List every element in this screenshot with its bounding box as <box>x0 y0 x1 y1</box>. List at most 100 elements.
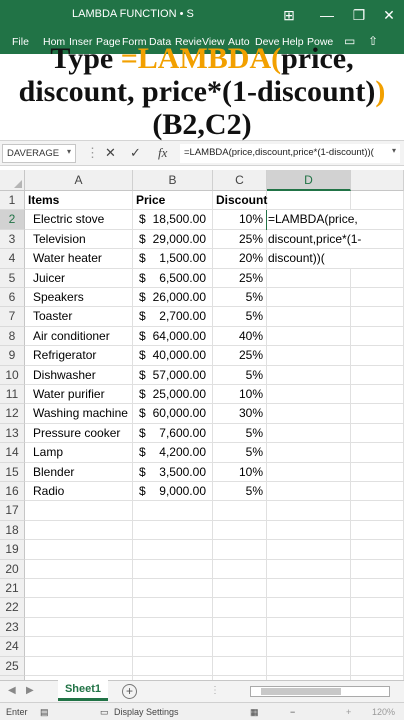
item-name[interactable]: Water purifier <box>25 385 133 405</box>
cell[interactable] <box>351 617 404 638</box>
cell[interactable] <box>267 288 351 308</box>
discount-value[interactable]: 25% <box>213 229 267 250</box>
cell[interactable] <box>267 385 351 405</box>
discount-value[interactable]: 30% <box>213 404 267 424</box>
item-name[interactable]: Toaster <box>25 307 133 327</box>
item-name[interactable]: Refrigerator <box>25 346 133 366</box>
item-name[interactable]: Electric stove <box>25 210 133 230</box>
cell[interactable] <box>267 346 351 366</box>
cell[interactable] <box>351 307 404 327</box>
cell[interactable] <box>133 579 213 599</box>
row-header[interactable]: 19 <box>0 540 25 560</box>
cell[interactable] <box>351 191 404 211</box>
ribbon-display-icon[interactable]: ⊞ <box>276 4 302 26</box>
cell[interactable] <box>351 385 404 405</box>
prev-sheet-icon[interactable]: ◀ <box>8 685 16 696</box>
cell[interactable] <box>267 520 351 541</box>
cell[interactable] <box>213 617 267 638</box>
discount-value[interactable]: 10% <box>213 462 267 482</box>
formula-edit-line[interactable]: =LAMBDA(price, <box>267 210 358 230</box>
minimize-icon[interactable]: — <box>314 4 340 26</box>
cell[interactable] <box>267 540 351 560</box>
cell[interactable] <box>351 462 404 482</box>
cell[interactable] <box>267 656 351 676</box>
row-header[interactable]: 23 <box>0 617 25 638</box>
cell[interactable] <box>213 598 267 618</box>
cell[interactable] <box>351 482 404 502</box>
cell[interactable] <box>133 617 213 638</box>
cell[interactable] <box>213 540 267 560</box>
cell[interactable] <box>213 559 267 579</box>
row-header[interactable]: 7 <box>0 307 25 327</box>
cell[interactable] <box>351 268 404 288</box>
chevron-down-icon[interactable]: ▾ <box>67 147 71 156</box>
cell[interactable] <box>25 637 133 657</box>
item-name[interactable]: Washing machine <box>25 404 133 424</box>
header-discount[interactable]: Discount <box>213 191 267 211</box>
horizontal-scrollbar[interactable] <box>250 686 390 697</box>
name-box[interactable]: DAVERAGE ▾ <box>2 144 76 163</box>
row-header[interactable]: 24 <box>0 637 25 657</box>
discount-value[interactable]: 20% <box>213 249 267 269</box>
cell[interactable] <box>267 617 351 638</box>
insert-function-icon[interactable]: fx <box>158 145 167 161</box>
discount-value[interactable]: 5% <box>213 365 267 385</box>
cell[interactable] <box>351 365 404 385</box>
column-header-b[interactable]: B <box>133 170 213 191</box>
enter-icon[interactable]: ✓ <box>130 145 141 161</box>
sheet-tab-sheet1[interactable]: Sheet1 <box>58 680 108 701</box>
discount-value[interactable]: 40% <box>213 326 267 347</box>
row-header[interactable]: 9 <box>0 346 25 366</box>
discount-value[interactable]: 25% <box>213 268 267 288</box>
cell[interactable] <box>25 559 133 579</box>
header-price[interactable]: Price <box>133 191 213 211</box>
item-name[interactable]: Blender <box>25 462 133 482</box>
cell[interactable] <box>25 598 133 618</box>
row-header[interactable]: 4 <box>0 249 25 269</box>
cell[interactable] <box>133 637 213 657</box>
item-name[interactable]: Air conditioner <box>25 326 133 347</box>
row-header[interactable]: 6 <box>0 288 25 308</box>
item-name[interactable]: Pressure cooker <box>25 423 133 444</box>
cell[interactable] <box>351 501 404 521</box>
cell[interactable] <box>133 501 213 521</box>
row-header[interactable]: 15 <box>0 462 25 482</box>
cell[interactable] <box>351 598 404 618</box>
discount-value[interactable]: 5% <box>213 443 267 463</box>
cell[interactable] <box>267 501 351 521</box>
cell[interactable] <box>351 443 404 463</box>
formula-edit-line[interactable]: discount))( <box>267 249 351 269</box>
cell[interactable] <box>351 520 404 541</box>
accessibility-icon[interactable]: ▤ <box>40 707 49 718</box>
header-items[interactable]: Items <box>25 191 133 211</box>
row-header[interactable]: 2 <box>0 210 25 230</box>
cell[interactable] <box>213 579 267 599</box>
cell[interactable] <box>267 579 351 599</box>
cell[interactable] <box>267 598 351 618</box>
cell[interactable] <box>351 249 404 269</box>
cell[interactable] <box>133 520 213 541</box>
close-icon[interactable]: ✕ <box>376 4 402 26</box>
cell[interactable] <box>25 520 133 541</box>
cell[interactable] <box>351 637 404 657</box>
normal-view-icon[interactable]: ▦ <box>250 707 259 718</box>
formula-input[interactable]: =LAMBDA(price,discount,price*(1-discount… <box>180 144 400 163</box>
column-header-c[interactable]: C <box>213 170 267 191</box>
cell[interactable] <box>133 540 213 560</box>
row-header[interactable]: 1 <box>0 191 25 211</box>
cell[interactable] <box>351 656 404 676</box>
row-header[interactable]: 17 <box>0 501 25 521</box>
add-sheet-button[interactable]: + <box>122 684 137 699</box>
row-header[interactable]: 18 <box>0 520 25 541</box>
discount-value[interactable]: 10% <box>213 210 267 230</box>
cell[interactable] <box>25 501 133 521</box>
zoom-in-icon[interactable]: + <box>346 707 351 717</box>
cancel-icon[interactable]: ✕ <box>105 145 116 161</box>
row-header[interactable]: 22 <box>0 598 25 618</box>
expand-formula-icon[interactable]: ▾ <box>391 146 396 155</box>
cell[interactable] <box>133 559 213 579</box>
cell[interactable] <box>351 404 404 424</box>
row-header[interactable]: 16 <box>0 482 25 502</box>
cell[interactable] <box>25 656 133 676</box>
cell[interactable] <box>133 656 213 676</box>
